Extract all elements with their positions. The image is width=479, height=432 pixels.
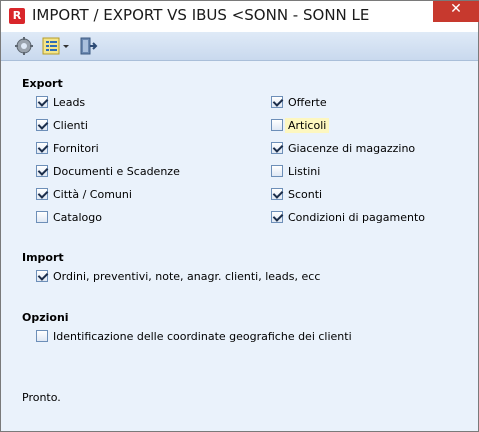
checkbox-box[interactable] — [271, 96, 283, 108]
checkbox-label: Condizioni di pagamento — [288, 210, 425, 224]
checkbox-box[interactable] — [36, 188, 48, 200]
list-dropdown-icon — [42, 37, 69, 55]
checkbox-articoli[interactable]: Articoli — [271, 116, 330, 134]
checkbox-label: Offerte — [288, 95, 327, 109]
content-area: Export Leads Clienti Fornitori Documenti… — [1, 61, 478, 431]
window-title: IMPORT / EXPORT VS IBUS <SONN - SONN LEO… — [32, 6, 370, 24]
checkbox-sconti[interactable]: Sconti — [271, 185, 322, 203]
import-heading: Import — [22, 251, 64, 264]
checkbox-box[interactable] — [271, 211, 283, 223]
checkbox-label: Leads — [53, 95, 86, 109]
checkbox-documenti-scadenze[interactable]: Documenti e Scadenze — [36, 162, 180, 180]
app-icon[interactable]: R — [9, 8, 25, 24]
checkbox-box[interactable] — [36, 142, 48, 154]
checkbox-label: Sconti — [288, 187, 323, 201]
status-text: Pronto. — [22, 391, 61, 404]
checkbox-label: Ordini, preventivi, note, anagr. clienti… — [53, 269, 321, 283]
checkbox-offerte[interactable]: Offerte — [271, 93, 327, 111]
checkbox-condizioni-pagamento[interactable]: Condizioni di pagamento — [271, 208, 425, 226]
checkbox-citta-comuni[interactable]: Città / Comuni — [36, 185, 132, 203]
list-dropdown-button[interactable] — [41, 36, 71, 56]
checkbox-box[interactable] — [36, 119, 48, 131]
checkbox-label: Articoli — [285, 117, 330, 133]
checkbox-fornitori[interactable]: Fornitori — [36, 139, 99, 157]
checkbox-clienti[interactable]: Clienti — [36, 116, 88, 134]
checkbox-geo-coordinates[interactable]: Identificazione delle coordinate geograf… — [36, 327, 352, 345]
gear-icon[interactable] — [14, 36, 34, 56]
checkbox-box[interactable] — [271, 119, 283, 131]
toolbar — [1, 32, 478, 61]
exit-door-icon[interactable] — [78, 36, 98, 56]
checkbox-label: Listini — [288, 164, 321, 178]
checkbox-label: Documenti e Scadenze — [53, 164, 180, 178]
title-bar[interactable]: R IMPORT / EXPORT VS IBUS <SONN - SONN L… — [1, 1, 479, 32]
checkbox-box[interactable] — [271, 165, 283, 177]
checkbox-leads[interactable]: Leads — [36, 93, 85, 111]
checkbox-box[interactable] — [36, 165, 48, 177]
checkbox-box[interactable] — [36, 211, 48, 223]
checkbox-giacenze-magazzino[interactable]: Giacenze di magazzino — [271, 139, 415, 157]
checkbox-catalogo[interactable]: Catalogo — [36, 208, 102, 226]
checkbox-box[interactable] — [271, 188, 283, 200]
checkbox-label: Clienti — [53, 118, 88, 132]
checkbox-label: Catalogo — [53, 210, 102, 224]
main-window: R IMPORT / EXPORT VS IBUS <SONN - SONN L… — [0, 0, 479, 432]
checkbox-label: Fornitori — [53, 141, 99, 155]
options-heading: Opzioni — [22, 311, 69, 324]
checkbox-box[interactable] — [36, 270, 48, 282]
export-heading: Export — [22, 77, 63, 90]
checkbox-label: Giacenze di magazzino — [288, 141, 416, 155]
checkbox-listini[interactable]: Listini — [271, 162, 320, 180]
checkbox-box[interactable] — [36, 330, 48, 342]
checkbox-label: Identificazione delle coordinate geograf… — [53, 329, 352, 343]
close-button[interactable]: ✕ — [433, 1, 479, 22]
checkbox-import-ordini[interactable]: Ordini, preventivi, note, anagr. clienti… — [36, 267, 320, 285]
checkbox-box[interactable] — [36, 96, 48, 108]
checkbox-box[interactable] — [271, 142, 283, 154]
checkbox-label: Città / Comuni — [53, 187, 132, 201]
